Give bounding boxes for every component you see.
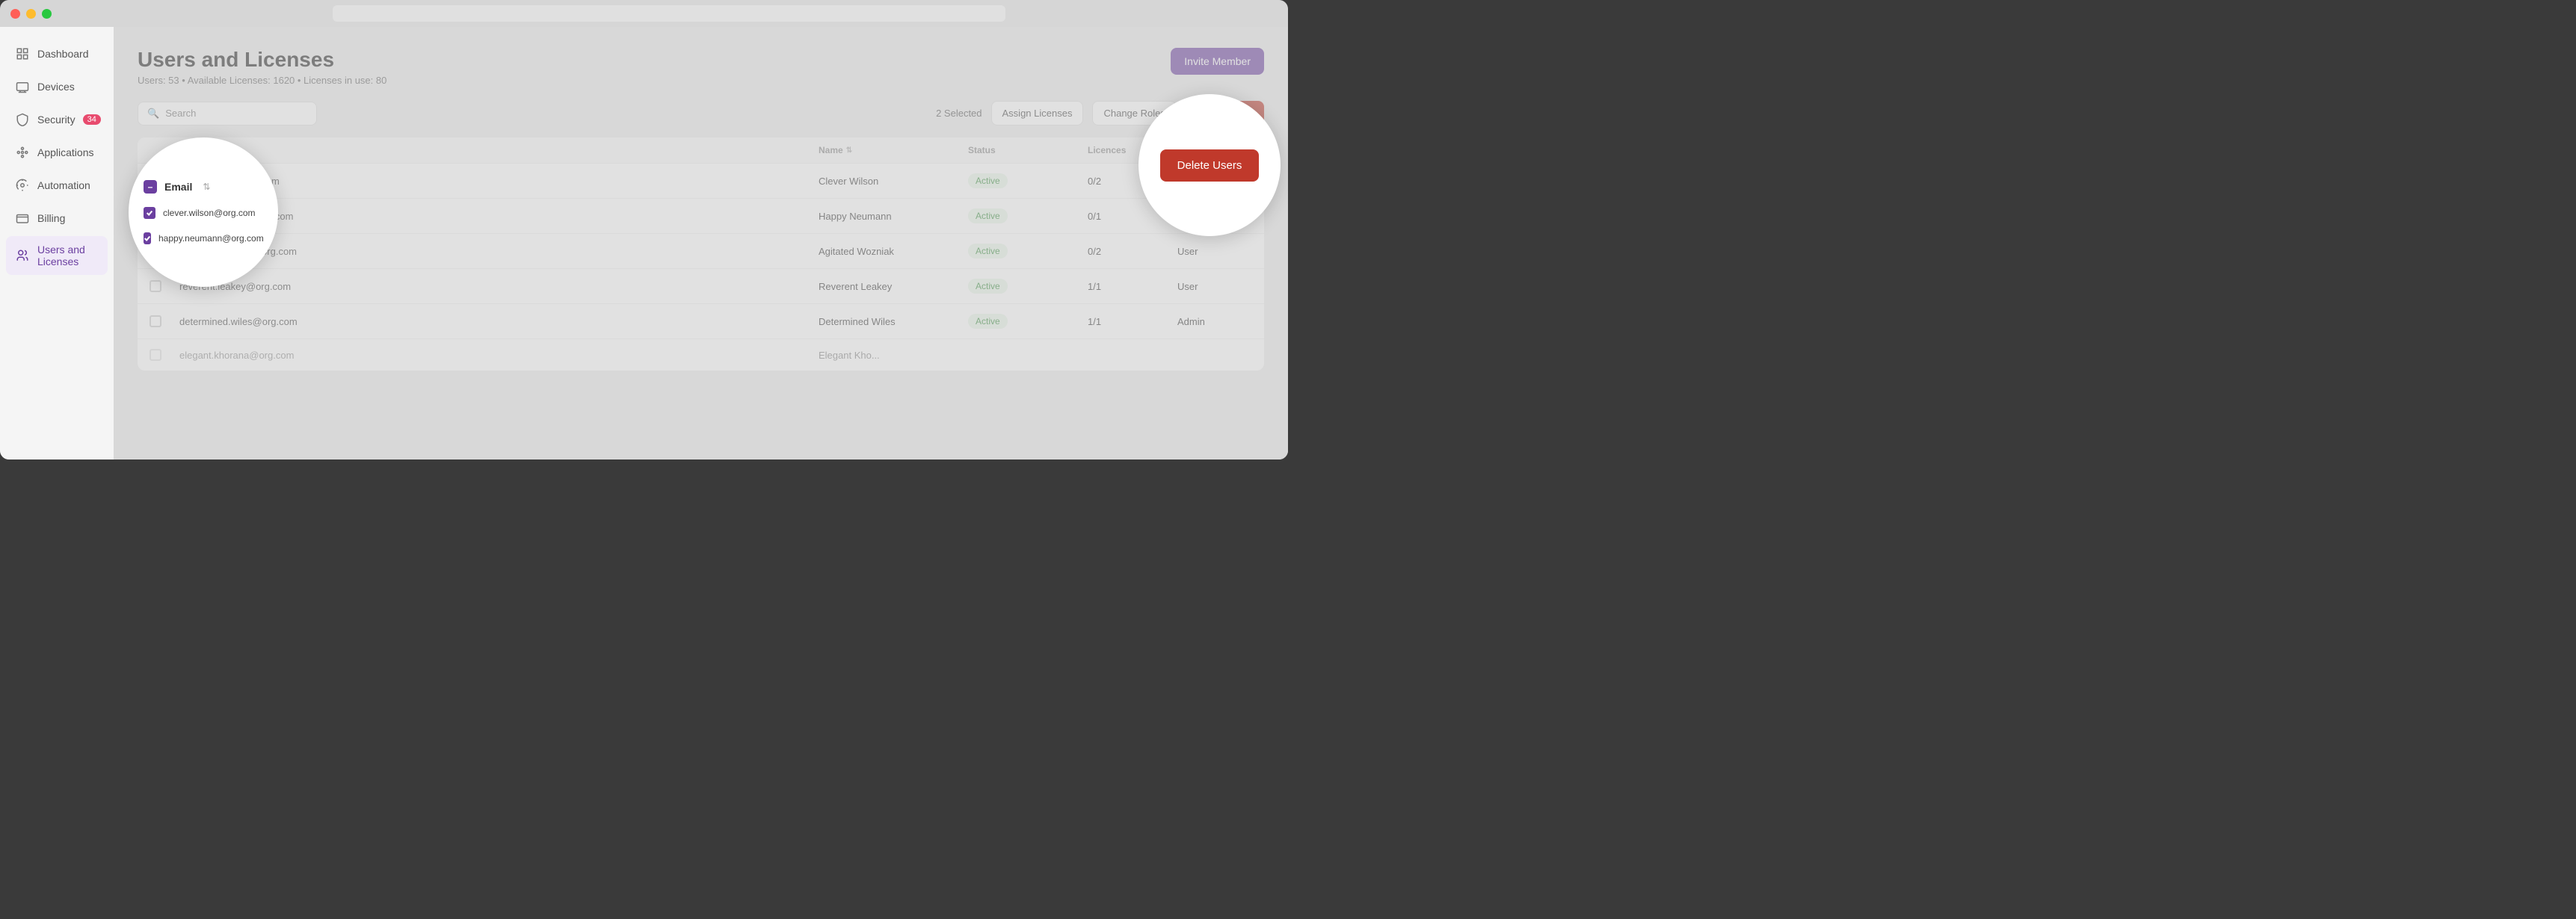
table-row: determined.wiles@org.com Determined Wile… xyxy=(138,304,1264,339)
row-role-3: User xyxy=(1177,246,1252,257)
spotlight-sort-icon: ⇅ xyxy=(203,182,210,192)
row-email-5: determined.wiles@org.com xyxy=(179,316,819,327)
sidebar-item-billing[interactable]: Billing xyxy=(6,203,108,233)
devices-icon xyxy=(15,79,30,94)
assign-licenses-button[interactable]: Assign Licenses xyxy=(991,101,1084,126)
billing-icon xyxy=(15,211,30,226)
row-email-1: clever.wilson@org.com xyxy=(179,176,819,187)
automation-icon xyxy=(15,178,30,193)
invite-member-button[interactable]: Invite Member xyxy=(1171,48,1264,75)
page-header-left: Users and Licenses Users: 53 • Available… xyxy=(138,48,386,86)
page-subtitle: Users: 53 • Available Licenses: 1620 • L… xyxy=(138,75,386,86)
spotlight-email-1: clever.wilson@org.com xyxy=(163,208,256,218)
row-checkbox-6[interactable] xyxy=(150,349,179,361)
toolbar: 🔍 2 Selected Assign Licenses Change Role… xyxy=(138,101,1264,126)
row-email-6: elegant.khorana@org.com xyxy=(179,350,819,361)
minus-select-icon[interactable]: – xyxy=(144,180,157,194)
row-name-4: Reverent Leakey xyxy=(819,281,968,292)
sidebar-item-dashboard[interactable]: Dashboard xyxy=(6,39,108,69)
row-status-5: Active xyxy=(968,314,1088,329)
row-name-6: Elegant Kho... xyxy=(819,350,968,361)
maximize-button[interactable] xyxy=(42,9,52,19)
row-role-4: User xyxy=(1177,281,1252,292)
table-row: reverent.leakey@org.com Reverent Leakey … xyxy=(138,269,1264,304)
row-email-4: reverent.leakey@org.com xyxy=(179,281,819,292)
table-row: happy.neumann@org.com Happy Neumann Acti… xyxy=(138,199,1264,234)
row-email-3: agitated.wozniak@org.com xyxy=(179,246,819,257)
page-title: Users and Licenses xyxy=(138,48,386,72)
search-input[interactable] xyxy=(165,108,307,119)
spotlight-delete-users-button[interactable]: Delete Users xyxy=(1160,149,1260,182)
close-button[interactable] xyxy=(10,9,20,19)
spotlight-delete-popup: Delete Users xyxy=(1138,94,1281,236)
table-row: agitated.wozniak@org.com Agitated Woznia… xyxy=(138,234,1264,269)
spotlight-row-1: clever.wilson@org.com xyxy=(144,207,263,219)
sidebar-item-security[interactable]: Security 34 xyxy=(6,105,108,134)
window-controls xyxy=(10,9,52,19)
sidebar-label-devices: Devices xyxy=(37,81,75,93)
sidebar-label-dashboard: Dashboard xyxy=(37,48,89,60)
sidebar-item-users-licenses[interactable]: Users and Licenses xyxy=(6,236,108,275)
row-checkbox-5[interactable] xyxy=(150,315,179,327)
sidebar-label-applications: Applications xyxy=(37,146,94,158)
content-area: Users and Licenses Users: 53 • Available… xyxy=(114,27,1288,460)
search-box[interactable]: 🔍 xyxy=(138,102,317,126)
security-icon xyxy=(15,112,30,127)
applications-icon xyxy=(15,145,30,160)
row-name-2: Happy Neumann xyxy=(819,211,968,222)
spotlight-email-popup: – Email ⇅ clever.wilson@org.com xyxy=(129,137,278,287)
row-licenses-5: 1/1 xyxy=(1088,316,1177,327)
sidebar-label-security: Security xyxy=(37,114,76,126)
row-name-1: Clever Wilson xyxy=(819,176,968,187)
sort-icon-name: ⇅ xyxy=(846,146,852,155)
search-icon: 🔍 xyxy=(147,108,159,120)
sidebar-item-applications[interactable]: Applications xyxy=(6,137,108,167)
row-licenses-4: 1/1 xyxy=(1088,281,1177,292)
selected-count-label: 2 Selected xyxy=(936,108,982,119)
spotlight-checkbox-2[interactable] xyxy=(144,232,151,244)
sidebar-label-users-licenses: Users and Licenses xyxy=(37,244,99,267)
row-status-3: Active xyxy=(968,244,1088,259)
users-table: Email ⇅ Name ⇅ Status Licences Role xyxy=(138,137,1264,371)
users-icon xyxy=(15,248,30,263)
row-name-5: Determined Wiles xyxy=(819,316,968,327)
row-status-2: Active xyxy=(968,208,1088,223)
row-status-4: Active xyxy=(968,279,1088,294)
titlebar xyxy=(0,0,1288,27)
security-badge: 34 xyxy=(83,114,101,125)
header-email[interactable]: Email ⇅ xyxy=(179,145,819,155)
url-bar[interactable] xyxy=(333,5,1005,22)
sidebar-label-billing: Billing xyxy=(37,212,65,224)
row-licenses-3: 0/2 xyxy=(1088,246,1177,257)
row-role-5: Admin xyxy=(1177,316,1252,327)
sidebar-label-automation: Automation xyxy=(37,179,90,191)
sidebar: Dashboard Devices Security xyxy=(0,27,114,460)
row-status-1: Active xyxy=(968,173,1088,188)
table-row: clever.wilson@org.com Clever Wilson Acti… xyxy=(138,164,1264,199)
minimize-button[interactable] xyxy=(26,9,36,19)
sidebar-item-devices[interactable]: Devices xyxy=(6,72,108,102)
sidebar-item-automation[interactable]: Automation xyxy=(6,170,108,200)
row-name-3: Agitated Wozniak xyxy=(819,246,968,257)
table-row: elegant.khorana@org.com Elegant Kho... xyxy=(138,339,1264,371)
row-checkbox-4[interactable] xyxy=(150,280,179,292)
spotlight-checkbox-1[interactable] xyxy=(144,207,155,219)
header-name[interactable]: Name ⇅ xyxy=(819,145,968,155)
spotlight-row-2: happy.neumann@org.com xyxy=(144,232,263,244)
main-layout: Dashboard Devices Security xyxy=(0,27,1288,460)
page-header: Users and Licenses Users: 53 • Available… xyxy=(138,48,1264,86)
spotlight-header-row: – Email ⇅ xyxy=(144,180,263,194)
table-header: Email ⇅ Name ⇅ Status Licences Role xyxy=(138,137,1264,164)
dashboard-icon xyxy=(15,46,30,61)
spotlight-email-label: Email xyxy=(164,181,192,193)
header-status: Status xyxy=(968,145,1088,155)
app-window: Dashboard Devices Security xyxy=(0,0,1288,460)
spotlight-email-2: happy.neumann@org.com xyxy=(158,233,264,244)
